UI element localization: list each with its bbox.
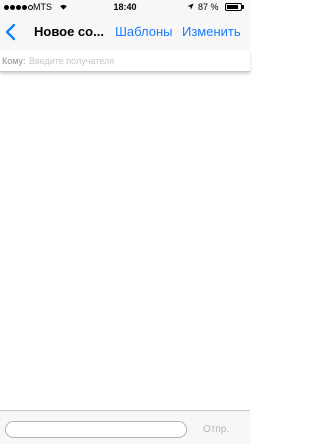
message-input[interactable] <box>5 421 187 438</box>
battery-cap <box>242 5 244 9</box>
chevron-left-icon[interactable] <box>4 23 18 41</box>
recipient-input[interactable] <box>29 54 239 68</box>
recipient-label: Кому: <box>2 56 26 66</box>
battery-icon <box>225 3 242 11</box>
send-button[interactable]: Отпр. <box>203 424 229 435</box>
status-bar: MTS 18:40 87 % <box>0 0 250 14</box>
compose-bar: Отпр. <box>0 410 250 444</box>
recipient-row: Кому: <box>0 51 250 72</box>
navigation-bar: Новое со... Шаблоны Изменить <box>0 14 250 50</box>
location-arrow-icon <box>187 3 194 10</box>
page-title: Новое со... <box>34 24 104 39</box>
templates-button[interactable]: Шаблоны <box>115 24 173 39</box>
edit-button[interactable]: Изменить <box>182 24 241 39</box>
battery-percentage: 87 % <box>198 2 219 12</box>
